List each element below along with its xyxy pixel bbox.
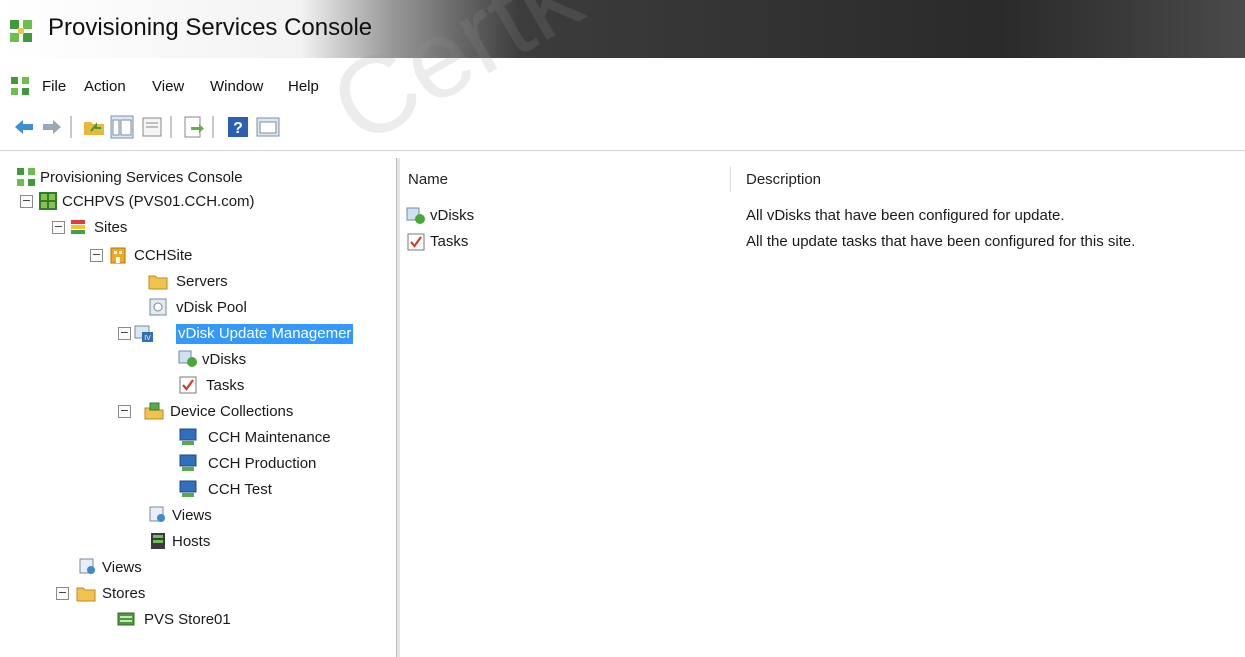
- tree-label: PVS Store01: [144, 611, 231, 628]
- vdisks-icon: [178, 350, 197, 367]
- stores-folder-icon: [76, 587, 96, 602]
- collapse-toggle[interactable]: −: [52, 221, 65, 234]
- tree-label: Servers: [176, 273, 228, 290]
- menu-view[interactable]: View: [152, 78, 184, 95]
- console-tree[interactable]: Provisioning Services Console − CCHPVS (…: [0, 158, 396, 657]
- details-list: Name Description vDisks All vDisks that …: [400, 158, 1245, 657]
- farm-grid-icon: [39, 192, 57, 210]
- menu-bar: File Action View Window Help: [0, 58, 1245, 102]
- collapse-toggle[interactable]: −: [56, 587, 69, 600]
- tree-label: Stores: [102, 585, 146, 602]
- tree-label: Sites: [94, 219, 128, 236]
- servers-folder-icon: [148, 275, 168, 290]
- collapse-toggle[interactable]: −: [90, 249, 103, 262]
- vdisk-pool-icon: [149, 298, 167, 316]
- tree-label: Views: [172, 507, 212, 524]
- title-bar[interactable]: Provisioning Services Console: [0, 0, 1245, 58]
- toolbar: ?: [0, 102, 1245, 151]
- menu-file[interactable]: File: [42, 78, 66, 95]
- item-description: All the update tasks that have been conf…: [746, 233, 1136, 250]
- forward-arrow-icon[interactable]: [40, 115, 64, 139]
- toolbar-separator: [212, 116, 214, 138]
- views-icon: [79, 558, 95, 574]
- show-hide-tree-icon[interactable]: [110, 115, 134, 139]
- collapse-toggle[interactable]: −: [118, 405, 131, 418]
- hosts-icon: [151, 533, 165, 549]
- tree-label: CCHPVS (PVS01.CCH.com): [62, 193, 255, 210]
- list-item[interactable]: Tasks All the update tasks that have bee…: [400, 230, 1245, 254]
- console-grid-icon: [10, 20, 32, 42]
- column-header-name[interactable]: Name: [408, 171, 448, 188]
- tree-label: CCH Maintenance: [208, 429, 331, 446]
- collection-icon: [179, 454, 197, 471]
- menu-help[interactable]: Help: [288, 78, 319, 95]
- collection-icon: [179, 428, 197, 445]
- tree-label: vDisk Pool: [176, 299, 247, 316]
- tree-label: vDisk Update Managemer: [176, 324, 354, 344]
- tasks-checkbox-icon: [179, 376, 197, 394]
- item-description: All vDisks that have been configured for…: [746, 207, 1065, 224]
- menu-window[interactable]: Window: [210, 78, 263, 95]
- help-icon[interactable]: ?: [226, 115, 250, 139]
- console-grid-icon: [17, 168, 35, 186]
- menu-action[interactable]: Action: [84, 78, 126, 95]
- tree-label: Views: [102, 559, 142, 576]
- list-item[interactable]: vDisks All vDisks that have been configu…: [400, 204, 1245, 228]
- device-collections-icon: [144, 402, 164, 420]
- item-name: vDisks: [430, 207, 475, 224]
- collection-icon: [179, 480, 197, 497]
- tree-label: vDisks: [202, 351, 247, 368]
- vdisks-icon: [406, 207, 425, 224]
- tasks-checkbox-icon: [407, 233, 425, 251]
- action-pane-icon[interactable]: [256, 115, 280, 139]
- tree-label: Tasks: [206, 377, 245, 394]
- tree-label: Device Collections: [170, 403, 294, 420]
- item-name: Tasks: [430, 233, 469, 250]
- tree-label: Provisioning Services Console: [40, 169, 243, 186]
- tree-label: CCH Test: [208, 481, 272, 498]
- toolbar-separator: [170, 116, 172, 138]
- export-list-icon[interactable]: [182, 115, 206, 139]
- system-menu-icon[interactable]: [10, 76, 30, 96]
- tree-label: CCHSite: [134, 247, 193, 264]
- tree-label: CCH Production: [208, 455, 317, 472]
- tree-label: Hosts: [172, 533, 211, 550]
- store-icon: [117, 612, 135, 626]
- properties-pane-icon[interactable]: [140, 115, 164, 139]
- toolbar-separator: [70, 116, 72, 138]
- up-folder-icon[interactable]: [82, 115, 106, 139]
- column-header-description[interactable]: Description: [746, 171, 821, 188]
- svg-text:IV: IV: [144, 335, 151, 342]
- collapse-toggle[interactable]: −: [20, 195, 33, 208]
- collapse-toggle[interactable]: −: [118, 327, 131, 340]
- svg-text:?: ?: [233, 120, 243, 137]
- sites-stack-icon: [71, 220, 85, 234]
- back-arrow-icon[interactable]: [12, 115, 36, 139]
- site-building-icon: [110, 247, 126, 264]
- vdisk-update-icon: IV: [134, 325, 153, 342]
- column-divider[interactable]: [730, 166, 731, 192]
- window-title: Provisioning Services Console: [48, 14, 373, 41]
- views-icon: [149, 506, 165, 522]
